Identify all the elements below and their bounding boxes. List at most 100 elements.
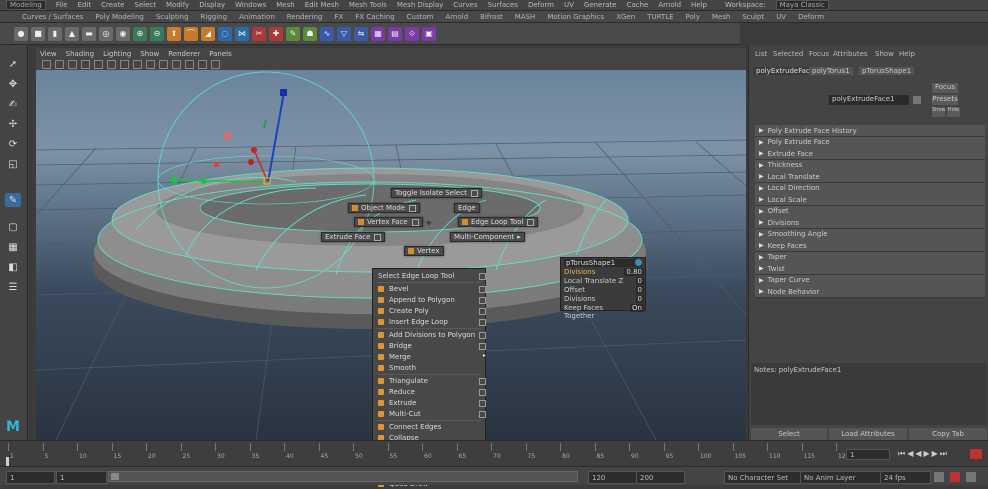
menu-windows[interactable]: Windows: [235, 1, 266, 9]
ae-tab-attributes[interactable]: Attributes: [833, 50, 868, 58]
menu-modify[interactable]: Modify: [166, 1, 189, 9]
menu-select[interactable]: Select: [134, 1, 156, 9]
expand-arrow-icon[interactable]: ▶: [759, 208, 764, 215]
ae-section-header[interactable]: ▶ Local Translate: [755, 171, 985, 183]
workspace-dropdown[interactable]: Maya Classic: [775, 0, 829, 10]
ae-section-header[interactable]: ▶ Poly Extrude Face History: [755, 125, 985, 137]
expand-arrow-icon[interactable]: ▶: [759, 173, 764, 180]
merge-icon[interactable]: ⋈: [235, 26, 249, 41]
lights-icon[interactable]: [107, 60, 116, 69]
option-box-icon[interactable]: [479, 297, 486, 304]
ae-tab-selected[interactable]: Selected: [773, 50, 803, 58]
end-time-field[interactable]: 200: [636, 471, 685, 484]
fps-dropdown[interactable]: 24 fps: [880, 471, 931, 484]
channel-value[interactable]: 0: [635, 286, 644, 294]
context-menu-item[interactable]: Extrude: [373, 398, 490, 408]
wireframe-icon[interactable]: [68, 60, 77, 69]
option-box-icon[interactable]: [479, 343, 486, 350]
select-button[interactable]: Select: [751, 428, 827, 440]
channel-value[interactable]: 0: [635, 295, 644, 303]
current-frame-field[interactable]: 1: [846, 449, 890, 460]
layout-single-icon[interactable]: ▢: [5, 220, 21, 234]
context-menu-item[interactable]: Reduce: [373, 387, 490, 397]
ae-section-header[interactable]: ▶ Extrude Face: [755, 148, 985, 160]
context-menu-item[interactable]: Bevel: [373, 284, 490, 294]
expand-arrow-icon[interactable]: ▶: [759, 219, 764, 226]
camera-icon[interactable]: [42, 60, 51, 69]
option-box-icon[interactable]: [479, 286, 486, 293]
viewport-menu-view[interactable]: View: [40, 50, 57, 58]
separate-icon[interactable]: ⊖: [150, 26, 164, 41]
option-box-icon[interactable]: [479, 308, 486, 315]
option-box-icon[interactable]: [479, 273, 486, 280]
plane-icon[interactable]: ▬: [82, 26, 96, 41]
node-name-field[interactable]: polyExtrudeFace1: [829, 95, 909, 105]
ae-tab-list[interactable]: List: [755, 50, 767, 58]
playback-end-field[interactable]: 120: [588, 471, 637, 484]
time-slider[interactable]: 1 5 10 15 20 25 30 35 40 45 50 55 60 65 70 75 80 85 90 95 10…: [0, 440, 988, 466]
expand-arrow-icon[interactable]: ▶: [759, 196, 764, 203]
shelf-tab[interactable]: Deform: [798, 13, 824, 21]
shelf-tab[interactable]: Curves / Surfaces: [22, 13, 83, 21]
playback-start-field[interactable]: 1: [56, 471, 107, 484]
menu-surfaces[interactable]: Surfaces: [488, 1, 518, 9]
ae-tab-show[interactable]: Show: [875, 50, 894, 58]
shelf-tab[interactable]: Sculpting: [156, 13, 189, 21]
channel-value[interactable]: On: [630, 304, 644, 312]
context-menu-item[interactable]: Connect Edges: [373, 422, 490, 432]
option-box-icon[interactable]: [479, 411, 486, 418]
expand-arrow-icon[interactable]: ▶: [759, 150, 764, 157]
shelf-tab[interactable]: Rigging: [201, 13, 228, 21]
expand-arrow-icon[interactable]: ▶: [759, 127, 764, 134]
range-bar[interactable]: [108, 471, 578, 482]
smooth-icon[interactable]: ∿: [320, 26, 334, 41]
workspace-select[interactable]: Modeling: [6, 0, 46, 10]
combine-icon[interactable]: ⊕: [133, 26, 147, 41]
select-tool-icon[interactable]: ➚: [5, 57, 21, 71]
ae-section-header[interactable]: ▶ Smoothing Angle: [755, 228, 985, 241]
menu-create[interactable]: Create: [101, 1, 124, 9]
layout-four-icon[interactable]: ▦: [5, 240, 21, 254]
menu-mesh-tools[interactable]: Mesh Tools: [349, 1, 387, 9]
cone-icon[interactable]: ▲: [65, 26, 79, 41]
torus-icon[interactable]: ◎: [99, 26, 113, 41]
option-box-icon[interactable]: [479, 400, 486, 407]
multicut-icon[interactable]: ✂: [252, 26, 266, 41]
context-menu-item[interactable]: Multi-Cut: [373, 409, 490, 419]
shelf-tab[interactable]: FX Caching: [355, 13, 394, 21]
load-attributes-button[interactable]: Load Attributes: [829, 428, 907, 440]
prefs-icon[interactable]: [966, 472, 976, 482]
bevel-icon[interactable]: ◢: [201, 26, 215, 41]
option-box-icon[interactable]: [470, 189, 478, 197]
shelf-tab[interactable]: Sculpt: [742, 13, 764, 21]
context-menu-item[interactable]: Merge ▸: [373, 352, 490, 362]
cube-icon[interactable]: ■: [31, 26, 45, 41]
option-box-icon[interactable]: [409, 204, 417, 212]
extrude-icon[interactable]: ⬆: [167, 26, 181, 41]
bridge-icon[interactable]: ⌒: [184, 26, 198, 41]
menu-help[interactable]: Help: [691, 1, 707, 9]
textured-icon[interactable]: [94, 60, 103, 69]
context-menu-item[interactable]: Insert Edge Loop: [373, 317, 490, 327]
reduce-icon[interactable]: ▽: [337, 26, 351, 41]
shelf-tab[interactable]: Motion Graphics: [547, 13, 604, 21]
option-box-icon[interactable]: [374, 233, 382, 241]
mm-object-mode[interactable]: Object Mode: [348, 203, 421, 213]
expand-arrow-icon[interactable]: ▶: [759, 139, 764, 146]
current-time-marker[interactable]: [6, 457, 9, 466]
ae-section-header[interactable]: ▶ Local Direction: [755, 182, 985, 195]
menu-mesh-display[interactable]: Mesh Display: [397, 1, 443, 9]
shelf-tab[interactable]: Poly Modeling: [95, 13, 143, 21]
ae-section-header[interactable]: ▶ Thickness: [755, 159, 985, 172]
hide-button[interactable]: Hide: [947, 107, 960, 117]
ae-section-header[interactable]: ▶ Offset: [755, 205, 985, 218]
viewport-menu-shading[interactable]: Shading: [66, 50, 94, 58]
smooth-shade-icon[interactable]: [81, 60, 90, 69]
anim-layer-dropdown[interactable]: No Anim Layer: [800, 471, 881, 484]
film-gate-icon[interactable]: [172, 60, 181, 69]
range-handle-icon[interactable]: [111, 473, 119, 480]
cylinder-icon[interactable]: ▮: [48, 26, 62, 41]
loop-icon[interactable]: [934, 472, 944, 482]
context-menu-item[interactable]: Smooth: [373, 363, 490, 373]
isolate-icon[interactable]: [133, 60, 142, 69]
